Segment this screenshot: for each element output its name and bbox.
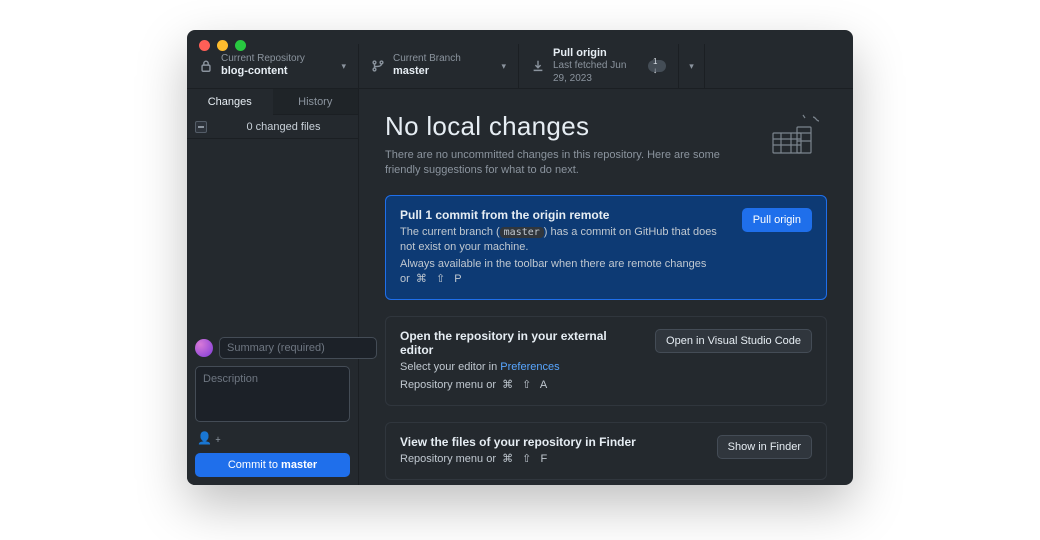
- chevron-down-icon: ▾: [501, 61, 506, 72]
- changed-files-count: 0 changed files: [217, 121, 350, 133]
- card-editor-desc: Select your editor in Preferences: [400, 360, 641, 375]
- branch-name: master: [393, 65, 461, 79]
- repo-name: blog-content: [221, 65, 305, 79]
- tab-changes[interactable]: Changes: [187, 89, 273, 115]
- add-coauthor-button[interactable]: 👤﹢: [195, 429, 350, 446]
- commit-summary-input[interactable]: [219, 337, 377, 359]
- left-panel: Changes History 0 changed files 👤﹢ Commi…: [187, 89, 359, 485]
- app-window: Current Repository blog-content ▾ Curren…: [187, 30, 853, 485]
- top-toolbar: Current Repository blog-content ▾ Curren…: [187, 44, 853, 89]
- chevron-down-icon: ▾: [341, 61, 346, 72]
- tab-history[interactable]: History: [273, 89, 359, 115]
- repo-kicker: Current Repository: [221, 53, 305, 66]
- main-panel: No local changes There are no uncommitte…: [359, 89, 853, 485]
- card-editor-hint: Repository menu or ⌘ ⇧ A: [400, 378, 641, 393]
- card-finder-title: View the files of your repository in Fin…: [400, 435, 703, 449]
- preferences-link[interactable]: Preferences: [500, 361, 559, 373]
- card-finder: View the files of your repository in Fin…: [385, 422, 827, 480]
- pull-subtitle: Last fetched Jun 29, 2023: [553, 60, 640, 85]
- pull-origin-toolbar-button[interactable]: Pull origin Last fetched Jun 29, 2023 1 …: [519, 44, 679, 88]
- left-tabs: Changes History: [187, 89, 358, 115]
- chevron-down-icon: ▾: [689, 61, 694, 72]
- select-all-checkbox[interactable]: [195, 121, 207, 133]
- page-title: No local changes: [385, 111, 745, 142]
- branch-selector[interactable]: Current Branch master ▾: [359, 44, 519, 88]
- pull-origin-button[interactable]: Pull origin: [742, 208, 812, 232]
- card-pull-desc: The current branch (master) has a commit…: [400, 225, 728, 255]
- card-pull-hint: Always available in the toolbar when the…: [400, 257, 728, 287]
- lock-icon: [199, 59, 213, 73]
- git-branch-icon: [371, 59, 385, 73]
- download-icon: [531, 59, 545, 73]
- commit-button[interactable]: Commit to master: [195, 453, 350, 477]
- card-finder-hint: Repository menu or ⌘ ⇧ F: [400, 452, 703, 467]
- illustration-icon: [767, 111, 827, 159]
- window-titlebar: [187, 30, 853, 44]
- card-editor-title: Open the repository in your external edi…: [400, 329, 641, 357]
- changed-files-header[interactable]: 0 changed files: [187, 115, 358, 139]
- pull-badge: 1 ↓: [648, 60, 666, 72]
- open-editor-button[interactable]: Open in Visual Studio Code: [655, 329, 812, 353]
- branch-kicker: Current Branch: [393, 53, 461, 66]
- avatar: [195, 339, 213, 357]
- card-editor: Open the repository in your external edi…: [385, 316, 827, 406]
- card-pull-title: Pull 1 commit from the origin remote: [400, 208, 728, 222]
- card-pull: Pull 1 commit from the origin remote The…: [385, 195, 827, 300]
- commit-description-input[interactable]: [195, 366, 350, 422]
- empty-file-list: [187, 139, 358, 329]
- commit-form: 👤﹢ Commit to master: [187, 329, 358, 485]
- repo-selector[interactable]: Current Repository blog-content ▾: [187, 44, 359, 88]
- show-finder-button[interactable]: Show in Finder: [717, 435, 812, 459]
- page-subtitle: There are no uncommitted changes in this…: [385, 148, 745, 179]
- pull-title: Pull origin: [553, 47, 640, 61]
- toolbar-overflow-button[interactable]: ▾: [679, 44, 705, 88]
